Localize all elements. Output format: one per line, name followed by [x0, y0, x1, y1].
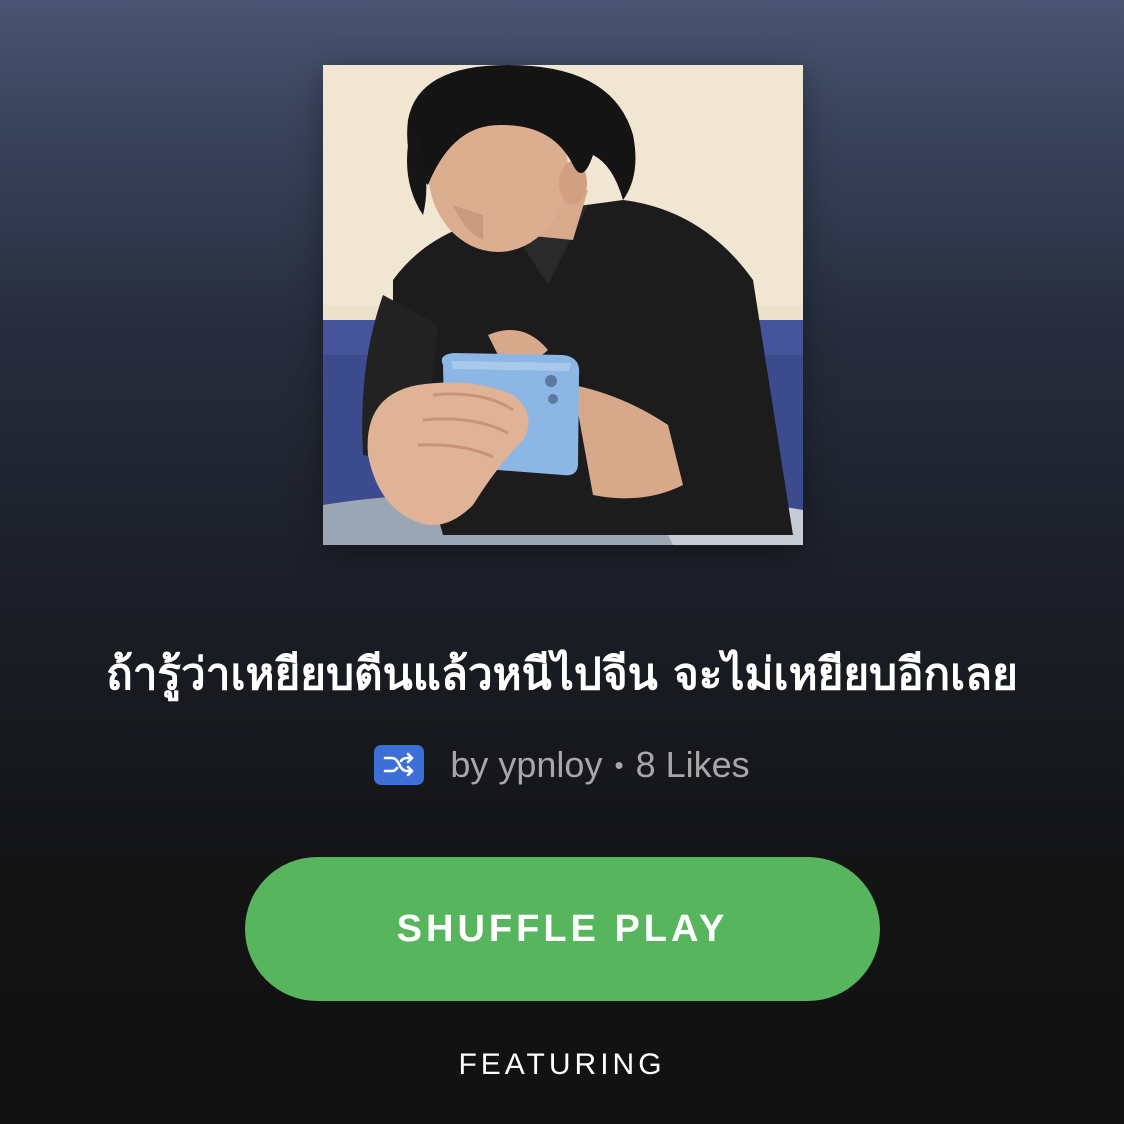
shuffle-icon: [384, 752, 414, 777]
meta-separator: •: [614, 749, 624, 780]
shuffle-play-button[interactable]: SHUFFLE PLAY: [245, 857, 880, 1001]
playlist-owner[interactable]: by ypnloy: [450, 744, 602, 786]
shuffle-badge: [374, 745, 425, 785]
playlist-cover-art: [323, 65, 803, 545]
playlist-meta: by ypnloy • 8 Likes: [0, 738, 1124, 792]
playlist-title: ถ้ารู้ว่าเหยียบตีนแล้วหนีไปจีน จะไม่เหยี…: [106, 649, 1018, 700]
playlist-likes: 8 Likes: [635, 744, 750, 785]
featuring-heading: FEATURING: [458, 1048, 666, 1081]
cover-illustration: [323, 65, 803, 545]
